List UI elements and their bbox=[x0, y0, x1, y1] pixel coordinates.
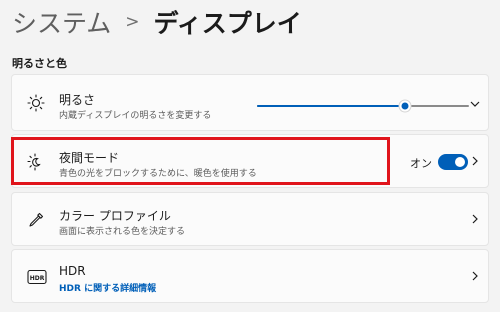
night-light-toggle[interactable] bbox=[438, 154, 468, 170]
color-profile-title: カラー プロファイル bbox=[59, 209, 171, 223]
hdr-icon: HDR bbox=[27, 269, 47, 285]
hdr-card[interactable]: HDR HDR HDR に関する詳細情報 bbox=[11, 249, 489, 303]
section-title: 明るさと色 bbox=[12, 57, 67, 70]
breadcrumb-parent[interactable]: システム bbox=[12, 4, 111, 40]
brightness-description: 内蔵ディスプレイの明るさを変更する bbox=[59, 111, 212, 121]
sun-icon bbox=[27, 94, 45, 112]
brightness-title: 明るさ bbox=[59, 93, 96, 107]
chevron-down-icon[interactable] bbox=[470, 99, 480, 109]
chevron-right-icon[interactable] bbox=[470, 156, 480, 166]
svg-text:HDR: HDR bbox=[30, 275, 45, 282]
color-profile-description: 画面に表示される色を決定する bbox=[59, 227, 186, 237]
breadcrumb: システム > ディスプレイ bbox=[12, 4, 302, 40]
toggle-knob bbox=[455, 157, 465, 167]
color-profile-card[interactable]: カラー プロファイル 画面に表示される色を決定する bbox=[11, 192, 489, 246]
page-title: ディスプレイ bbox=[153, 9, 302, 38]
brightness-card[interactable]: 明るさ 内蔵ディスプレイの明るさを変更する bbox=[11, 74, 489, 131]
breadcrumb-separator: > bbox=[125, 12, 140, 32]
chevron-right-icon[interactable] bbox=[470, 271, 480, 281]
hdr-title: HDR bbox=[59, 264, 86, 278]
chevron-right-icon[interactable] bbox=[470, 214, 480, 224]
eyedropper-icon bbox=[29, 212, 44, 227]
brightness-slider[interactable] bbox=[257, 99, 469, 113]
toggle-state-label: オン bbox=[410, 157, 432, 170]
hdr-learn-more-link[interactable]: HDR に関する詳細情報 bbox=[59, 281, 156, 294]
highlight-frame bbox=[11, 137, 390, 185]
